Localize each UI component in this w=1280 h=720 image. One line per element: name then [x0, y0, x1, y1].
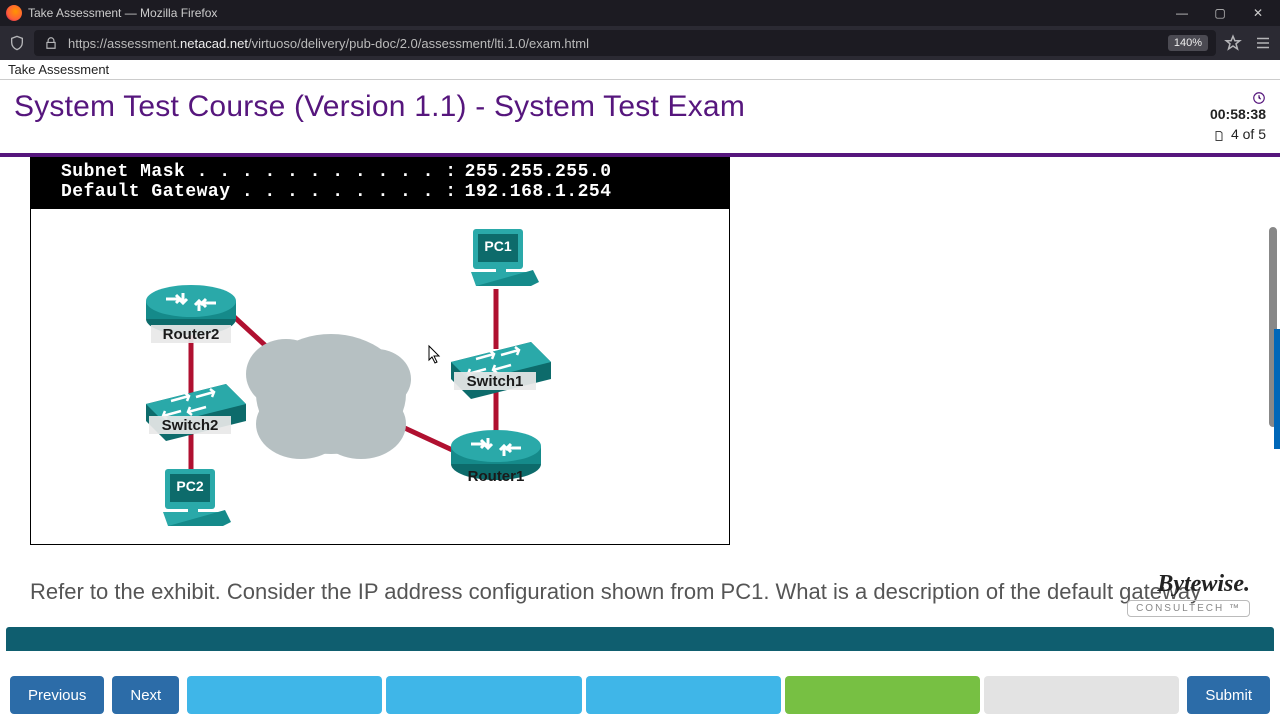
url-input[interactable]: https://assessment.netacad.net/virtuoso/…	[34, 30, 1216, 56]
hamburger-menu-icon[interactable]	[1254, 34, 1272, 52]
firefox-icon	[6, 5, 22, 21]
lock-icon	[42, 34, 60, 52]
progress-segments	[187, 676, 1179, 714]
window-maximize-icon[interactable]: ▢	[1208, 6, 1232, 20]
answer-panel-header	[6, 627, 1274, 651]
terminal-label: Default Gateway	[61, 182, 231, 202]
pc1-label: PC1	[484, 238, 511, 254]
terminal-value: 192.168.1.254	[457, 182, 612, 202]
window-close-icon[interactable]: ✕	[1246, 6, 1270, 20]
previous-button[interactable]: Previous	[10, 676, 104, 714]
side-tab-handle[interactable]	[1274, 329, 1280, 449]
progress-segment[interactable]	[386, 676, 581, 714]
zoom-badge[interactable]: 140%	[1168, 35, 1208, 51]
page-icon	[1211, 127, 1225, 141]
url-path: /virtuoso/delivery/pub-doc/2.0/assessmen…	[248, 36, 589, 51]
question-content: Subnet Mask . . . . . . . . . . . : 255.…	[0, 157, 1280, 627]
pc2-label: PC2	[176, 478, 203, 494]
switch2-label: Switch2	[162, 417, 219, 434]
browser-toolbar: https://assessment.netacad.net/virtuoso/…	[0, 26, 1280, 60]
network-topology: Router2 Switch2	[31, 209, 729, 544]
progress-segment[interactable]	[984, 676, 1179, 714]
window-title: Take Assessment — Mozilla Firefox	[28, 6, 217, 20]
url-prefix: https://assessment.	[68, 36, 180, 51]
clock-icon	[1252, 90, 1266, 104]
next-button[interactable]: Next	[112, 676, 179, 714]
submit-button[interactable]: Submit	[1187, 676, 1270, 714]
watermark-sub: CONSULTECH ™	[1127, 600, 1250, 617]
exam-footer: Previous Next Submit	[0, 676, 1280, 714]
terminal-output: Subnet Mask . . . . . . . . . . . : 255.…	[31, 158, 729, 209]
switch1-label: Switch1	[467, 373, 524, 390]
breadcrumb: Take Assessment	[0, 60, 1280, 80]
router1-label: Router1	[468, 468, 525, 485]
url-domain: netacad.net	[180, 36, 248, 51]
progress-segment[interactable]	[586, 676, 781, 714]
exam-header: System Test Course (Version 1.1) - Syste…	[0, 80, 1280, 157]
page-counter: 4 of 5	[1231, 124, 1266, 144]
exam-title: System Test Course (Version 1.1) - Syste…	[14, 90, 745, 124]
router2-label: Router2	[163, 326, 220, 343]
exam-timer: 00:58:38	[1210, 104, 1266, 124]
exhibit-image: Subnet Mask . . . . . . . . . . . : 255.…	[30, 157, 730, 545]
progress-segment[interactable]	[785, 676, 980, 714]
progress-segment[interactable]	[187, 676, 382, 714]
window-titlebar: Take Assessment — Mozilla Firefox — ▢ ✕	[0, 0, 1280, 26]
question-text: Refer to the exhibit. Consider the IP ad…	[30, 579, 1260, 605]
window-minimize-icon[interactable]: —	[1170, 6, 1194, 20]
watermark: Bytewise. CONSULTECH ™	[1127, 571, 1250, 617]
bookmark-star-icon[interactable]	[1224, 34, 1242, 52]
terminal-label: Subnet Mask	[61, 162, 185, 182]
shield-icon[interactable]	[8, 34, 26, 52]
watermark-brand: Bytewise.	[1127, 571, 1250, 598]
terminal-value: 255.255.255.0	[457, 162, 612, 182]
